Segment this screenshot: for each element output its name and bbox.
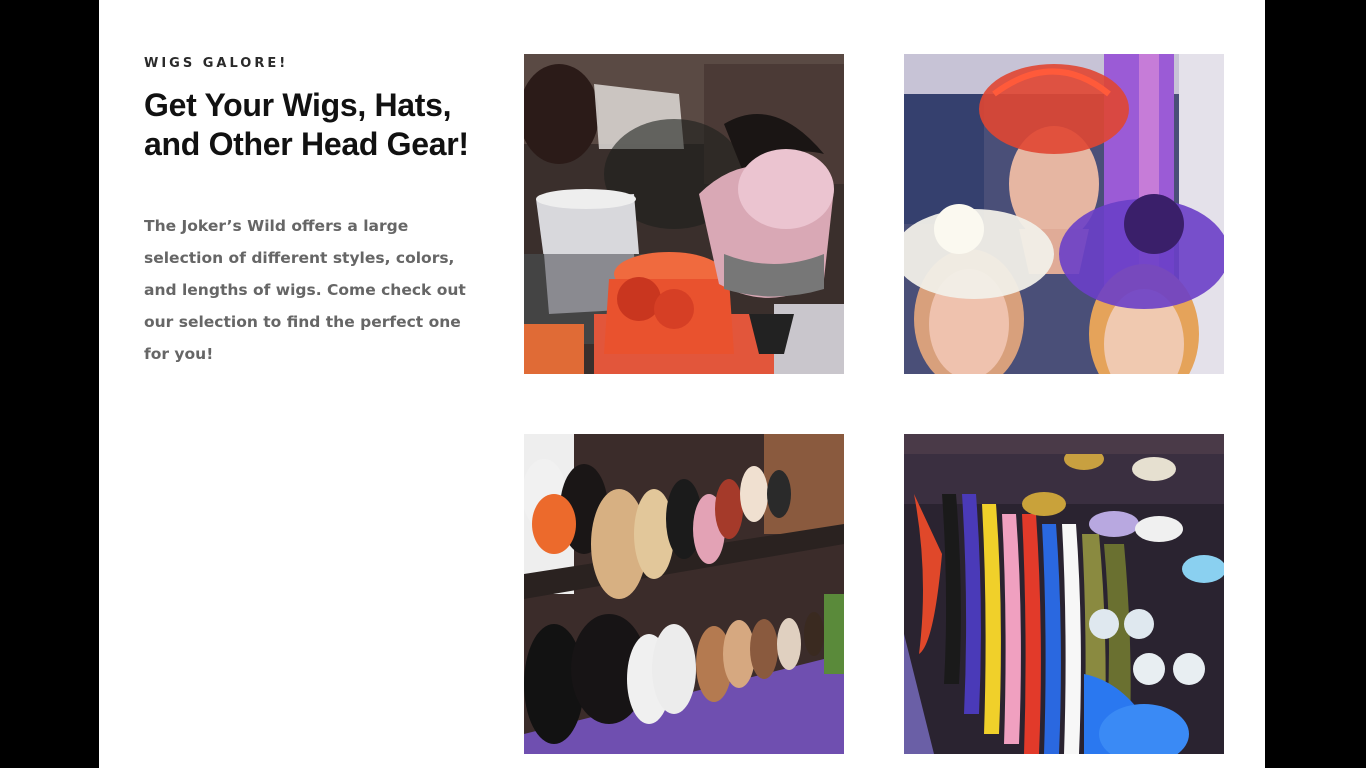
photo-boas-and-masks-image xyxy=(904,434,1224,754)
photo-top-hats-image xyxy=(524,54,844,374)
section-heading: Get Your Wigs, Hats, and Other Head Gear… xyxy=(144,87,469,162)
photo-wig-wall xyxy=(524,434,844,754)
photo-boas-and-masks xyxy=(904,434,1224,754)
photo-top-hats xyxy=(524,54,844,374)
photo-fascinators-image xyxy=(904,54,1224,374)
photo-wig-wall-image xyxy=(524,434,844,754)
content-section: WIGS GALORE! Get Your Wigs, Hats, and Ot… xyxy=(99,0,1265,768)
section-eyebrow: WIGS GALORE! xyxy=(144,56,289,71)
section-description: The Joker’s Wild offers a large selectio… xyxy=(144,217,466,363)
photo-fascinators xyxy=(904,54,1224,374)
